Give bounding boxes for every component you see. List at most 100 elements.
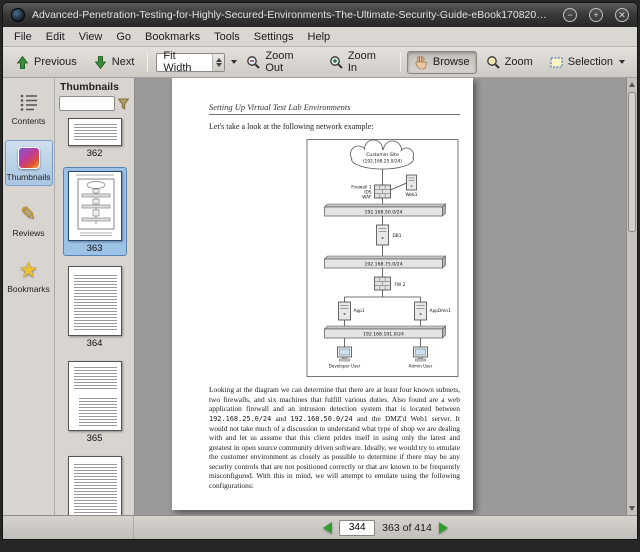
web1-server-icon: [407, 175, 417, 190]
mini-diagram: [69, 172, 121, 240]
zoom-tool-button[interactable]: Zoom: [479, 51, 540, 74]
magnifier-minus-icon: [246, 55, 261, 70]
svg-text:WAF: WAF: [362, 195, 372, 201]
window-title: Advanced-Penetration-Testing-for-Highly-…: [32, 9, 551, 21]
firewall2-icon: [375, 277, 391, 290]
intro-text: Let's take a look at the following netwo…: [209, 122, 460, 131]
thumbnail-number: 363: [64, 243, 126, 254]
svg-text:AppDmn1: AppDmn1: [430, 308, 452, 314]
maximize-button[interactable]: +: [589, 8, 603, 22]
selection-dropdown-icon[interactable]: [619, 60, 625, 64]
appdmn1-server-icon: [415, 302, 427, 320]
scroll-down-icon[interactable]: [629, 506, 635, 511]
svg-text:App1: App1: [354, 308, 365, 314]
thumbnail-filter-input[interactable]: [59, 96, 115, 111]
document-view[interactable]: Setting Up Virtual Test Lab Environments…: [135, 78, 637, 515]
menu-tools[interactable]: Tools: [207, 29, 247, 45]
thumbnail-page-partial[interactable]: [64, 453, 126, 515]
svg-text:192.168.75.0/24: 192.168.75.0/24: [364, 262, 402, 268]
bookmarks-label: Bookmarks: [6, 284, 52, 294]
admin-user-icon: [414, 347, 428, 361]
pdf-page[interactable]: Setting Up Virtual Test Lab Environments…: [172, 78, 473, 510]
titlebar[interactable]: Advanced-Penetration-Testing-for-Highly-…: [3, 3, 637, 27]
browse-tool-button[interactable]: Browse: [407, 51, 477, 74]
arrow-down-icon: [93, 55, 108, 70]
thumbnail-page-363[interactable]: 363: [64, 168, 126, 255]
magnifier-plus-icon: [329, 55, 344, 70]
thumbnails-panel-title: Thumbnails: [55, 78, 134, 94]
next-label: Next: [112, 56, 135, 68]
zoom-mode-combobox[interactable]: Fit Width: [156, 53, 225, 72]
sidebar-item-contents[interactable]: Contents: [5, 84, 53, 130]
zoom-in-button[interactable]: Zoom In: [322, 46, 394, 78]
thumbnail-number: 364: [64, 338, 126, 349]
svg-text:Developer User: Developer User: [329, 364, 361, 369]
next-page-arrow[interactable]: [439, 522, 448, 534]
menu-file[interactable]: File: [7, 29, 39, 45]
vertical-scrollbar[interactable]: [626, 78, 637, 515]
thumbnail-page-362[interactable]: 362: [64, 115, 126, 160]
page-navigation-bar: 363 of 414: [3, 515, 637, 539]
menu-help[interactable]: Help: [301, 29, 338, 45]
app1-server-icon: [339, 302, 351, 320]
okular-app-icon[interactable]: [11, 8, 25, 22]
firewall1-icon: [375, 185, 391, 198]
magnifier-icon: [486, 55, 501, 70]
previous-page-arrow[interactable]: [323, 522, 332, 534]
thumbnail-number: 365: [64, 433, 126, 444]
toolbar-separator: [400, 52, 401, 72]
zoom-in-label: Zoom In: [348, 50, 387, 74]
hand-icon: [414, 55, 429, 70]
content-area: Contents Thumbnails ✎ Reviews ★ Bookmark…: [3, 78, 637, 515]
zoom-tool-label: Zoom: [505, 56, 533, 68]
menu-edit[interactable]: Edit: [39, 29, 72, 45]
toolbar-separator: [147, 52, 148, 72]
sidebar-item-thumbnails[interactable]: Thumbnails: [5, 140, 53, 186]
current-page-input[interactable]: [339, 520, 375, 536]
thumbnails-label: Thumbnails: [6, 172, 52, 182]
arrow-up-icon: [15, 55, 30, 70]
svg-text:FW 2: FW 2: [395, 282, 406, 288]
thumbnail-number: 362: [64, 148, 126, 159]
svg-text:Web1: Web1: [405, 192, 417, 198]
close-button[interactable]: ✕: [615, 8, 629, 22]
menu-settings[interactable]: Settings: [247, 29, 301, 45]
zoom-out-button[interactable]: Zoom Out: [239, 46, 319, 78]
svg-text:DB1: DB1: [393, 233, 402, 239]
filter-funnel-icon[interactable]: [118, 98, 129, 110]
minimize-button[interactable]: −: [563, 8, 577, 22]
menu-go[interactable]: Go: [109, 29, 138, 45]
thumbnails-panel: Thumbnails 362: [55, 78, 135, 515]
network-diagram: Customer Site (192.168.25.0/24): [305, 139, 460, 377]
reviews-label: Reviews: [6, 228, 52, 238]
selection-tool-button[interactable]: Selection: [542, 51, 632, 74]
sidebar-item-reviews[interactable]: ✎ Reviews: [5, 196, 53, 242]
svg-text:Admin User: Admin User: [409, 364, 433, 369]
contents-icon: [6, 89, 52, 115]
thumbnail-page-365[interactable]: 365: [64, 358, 126, 445]
menubar: File Edit View Go Bookmarks Tools Settin…: [3, 27, 637, 47]
developer-user-icon: [338, 347, 352, 361]
thumbnail-page-364[interactable]: 364: [64, 263, 126, 350]
previous-label: Previous: [34, 56, 77, 68]
svg-text:(192.168.25.0/24): (192.168.25.0/24): [363, 159, 402, 165]
sidebar-rail: Contents Thumbnails ✎ Reviews ★ Bookmark…: [3, 78, 55, 515]
zoom-out-label: Zoom Out: [265, 50, 312, 74]
next-page-button[interactable]: Next: [86, 51, 142, 74]
menu-bookmarks[interactable]: Bookmarks: [138, 29, 207, 45]
zoom-mode-dropdown-icon[interactable]: [231, 60, 237, 64]
scroll-up-icon[interactable]: [629, 82, 635, 87]
svg-text:Customer Site: Customer Site: [366, 152, 399, 158]
sidebar-item-bookmarks[interactable]: ★ Bookmarks: [5, 252, 53, 298]
zoom-mode-value: Fit Width: [157, 50, 211, 74]
section-header: Setting Up Virtual Test Lab Environments: [209, 102, 460, 115]
star-icon: ★: [6, 257, 52, 283]
previous-page-button[interactable]: Previous: [8, 51, 84, 74]
vertical-scrollbar-thumb[interactable]: [628, 92, 636, 232]
zoom-mode-spinner[interactable]: [212, 54, 225, 71]
toolbar: Previous Next Fit Width Zoom Out: [3, 47, 637, 78]
okular-window: Advanced-Penetration-Testing-for-Highly-…: [2, 2, 638, 540]
browse-label: Browse: [433, 56, 470, 68]
contents-label: Contents: [6, 116, 52, 126]
menu-view[interactable]: View: [72, 29, 110, 45]
